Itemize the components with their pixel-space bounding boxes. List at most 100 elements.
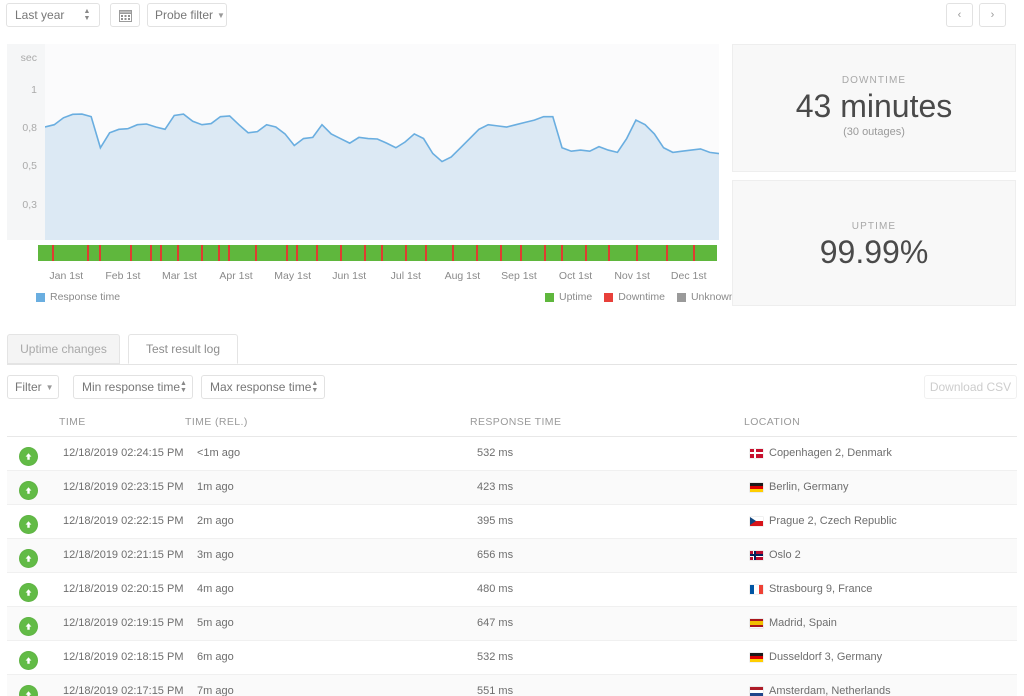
column-header-time[interactable]: TIME bbox=[59, 416, 86, 428]
downtime-marker bbox=[543, 245, 546, 261]
downtime-outages: (30 outages) bbox=[843, 126, 905, 138]
cell-location: Oslo 2 bbox=[750, 549, 801, 561]
probe-filter-dropdown[interactable]: Probe filter ▼ bbox=[147, 3, 227, 27]
downtime-marker bbox=[380, 245, 383, 261]
chevron-down-icon: ▼ bbox=[45, 382, 54, 392]
x-axis-tick: May 1st bbox=[274, 270, 312, 282]
downtime-marker bbox=[285, 245, 288, 261]
x-axis-tick: Dec 1st bbox=[670, 270, 707, 282]
legend-swatch-response-time bbox=[36, 292, 45, 302]
date-range-select[interactable]: Last year ▲ ▼ bbox=[6, 3, 100, 27]
table-filter-row: Filter ▼ Min response time ▲ ▼ Max respon… bbox=[7, 375, 1017, 401]
status-cell bbox=[19, 515, 38, 534]
legend-swatch-unknown bbox=[676, 292, 686, 302]
cell-time-rel: 3m ago bbox=[197, 549, 234, 561]
probe-filter-label: Probe filter bbox=[155, 8, 214, 22]
column-header-time-rel[interactable]: TIME (REL.) bbox=[185, 416, 248, 428]
download-csv-button[interactable]: Download CSV bbox=[924, 375, 1017, 399]
uptime-status-bar[interactable] bbox=[38, 245, 717, 261]
tab-test-result-log-label: Test result log bbox=[145, 342, 221, 356]
table-header-row: TIME TIME (REL.) RESPONSE TIME LOCATION bbox=[7, 410, 1017, 437]
table-row[interactable]: 12/18/2019 02:21:15 PM 3m ago 656 ms Oslo 2 bbox=[7, 539, 1017, 573]
table-row[interactable]: 12/18/2019 02:18:15 PM 6m ago 532 ms Dussel… bbox=[7, 641, 1017, 675]
tab-test-result-log[interactable]: Test result log bbox=[128, 334, 238, 364]
downtime-marker bbox=[200, 245, 203, 261]
downtime-marker bbox=[99, 245, 102, 261]
cell-response-time: 480 ms bbox=[477, 583, 514, 595]
filter-dropdown[interactable]: Filter ▼ bbox=[7, 375, 59, 399]
uptime-label: UPTIME bbox=[851, 221, 897, 232]
top-toolbar: Last year ▲ ▼ Probe filter ▼ ‹ › bbox=[0, 0, 1024, 40]
germany-flag-icon bbox=[750, 482, 763, 492]
downtime-marker bbox=[584, 245, 587, 261]
up-arrow-icon bbox=[19, 447, 38, 466]
cell-time-rel: 2m ago bbox=[197, 515, 234, 527]
downtime-marker bbox=[520, 245, 523, 261]
legend-response-time: Response time bbox=[36, 291, 120, 303]
location-label: Oslo 2 bbox=[769, 549, 801, 561]
column-header-location[interactable]: LOCATION bbox=[744, 416, 800, 428]
column-header-response-time[interactable]: RESPONSE TIME bbox=[470, 416, 561, 428]
y-axis-tick-05: 0,5 bbox=[22, 160, 37, 172]
up-arrow-icon bbox=[19, 617, 38, 636]
max-response-time-stepper[interactable]: Max response time ▲ ▼ bbox=[201, 375, 325, 399]
denmark-flag-icon bbox=[750, 448, 763, 458]
chevron-right-icon: › bbox=[990, 9, 995, 21]
legend-label-response-time: Response time bbox=[50, 291, 121, 303]
netherlands-flag-icon bbox=[750, 686, 763, 696]
cell-time-rel: 1m ago bbox=[197, 481, 234, 493]
stepper-icon: ▲ ▼ bbox=[83, 8, 91, 22]
table-row[interactable]: 12/18/2019 02:23:15 PM 1m ago 423 ms Berlin… bbox=[7, 471, 1017, 505]
downtime-marker bbox=[560, 245, 563, 261]
downtime-marker bbox=[499, 245, 502, 261]
location-label: Strasbourg 9, France bbox=[769, 583, 873, 595]
x-axis-tick: Sep 1st bbox=[501, 270, 537, 282]
x-axis-tick: Jan 1st bbox=[49, 270, 84, 282]
response-time-area-series bbox=[45, 44, 719, 240]
status-cell bbox=[19, 447, 38, 466]
downtime-marker bbox=[177, 245, 180, 261]
x-axis-tick: Mar 1st bbox=[161, 270, 197, 282]
calendar-button[interactable] bbox=[110, 3, 140, 27]
prev-period-button[interactable]: ‹ bbox=[946, 3, 973, 27]
status-cell bbox=[19, 549, 38, 568]
downtime-marker bbox=[51, 245, 54, 261]
table-row[interactable]: 12/18/2019 02:19:15 PM 5m ago 647 ms Madrid… bbox=[7, 607, 1017, 641]
legend-label-uptime: Uptime bbox=[559, 291, 593, 303]
x-axis-tick: Apr 1st bbox=[219, 270, 253, 282]
cell-time-rel: 7m ago bbox=[197, 685, 234, 696]
y-axis-tick-03: 0,3 bbox=[22, 199, 37, 211]
status-cell bbox=[19, 583, 38, 602]
germany-flag-icon bbox=[750, 652, 763, 662]
table-row[interactable]: 12/18/2019 02:20:15 PM 4m ago 480 ms Strasb… bbox=[7, 573, 1017, 607]
downtime-marker bbox=[255, 245, 258, 261]
min-response-time-stepper[interactable]: Min response time ▲ ▼ bbox=[73, 375, 193, 399]
downtime-marker bbox=[129, 245, 132, 261]
cell-response-time: 551 ms bbox=[477, 685, 514, 696]
downtime-marker bbox=[635, 245, 638, 261]
chevron-down-icon: ▼ bbox=[217, 10, 225, 20]
norway-flag-icon bbox=[750, 550, 763, 560]
status-cell bbox=[19, 617, 38, 636]
cell-time: 12/18/2019 02:17:15 PM bbox=[63, 685, 184, 696]
cell-response-time: 532 ms bbox=[477, 447, 514, 459]
uptime-value: 99.99% bbox=[819, 234, 929, 270]
cell-location: Prague 2, Czech Republic bbox=[750, 515, 897, 527]
table-row[interactable]: 12/18/2019 02:17:15 PM 7m ago 551 ms Amster… bbox=[7, 675, 1017, 696]
next-period-button[interactable]: › bbox=[979, 3, 1006, 27]
chart-x-axis: Jan 1st Feb 1st Mar 1st Apr 1st May 1st Jun 1… bbox=[38, 270, 717, 284]
download-csv-label: Download CSV bbox=[929, 380, 1012, 394]
downtime-marker bbox=[150, 245, 153, 261]
table-row[interactable]: 12/18/2019 02:24:15 PM <1m ago 532 ms Copen… bbox=[7, 437, 1017, 471]
stepper-icon: ▲ ▼ bbox=[180, 380, 187, 394]
downtime-stat-card: DOWNTIME 43 minutes (30 outages) bbox=[732, 44, 1016, 172]
filter-label: Filter bbox=[15, 380, 42, 394]
up-arrow-icon bbox=[19, 685, 38, 696]
cell-response-time: 647 ms bbox=[477, 617, 514, 629]
legend-label-unknown: Unknown bbox=[690, 291, 735, 303]
legend-uptime-states: Uptime Downtime Unknown bbox=[545, 291, 735, 303]
y-axis-tick-08: 0,8 bbox=[22, 122, 37, 134]
tab-uptime-changes[interactable]: Uptime changes bbox=[7, 334, 120, 364]
table-row[interactable]: 12/18/2019 02:22:15 PM 2m ago 395 ms Prague… bbox=[7, 505, 1017, 539]
legend-label-downtime: Downtime bbox=[618, 291, 665, 303]
